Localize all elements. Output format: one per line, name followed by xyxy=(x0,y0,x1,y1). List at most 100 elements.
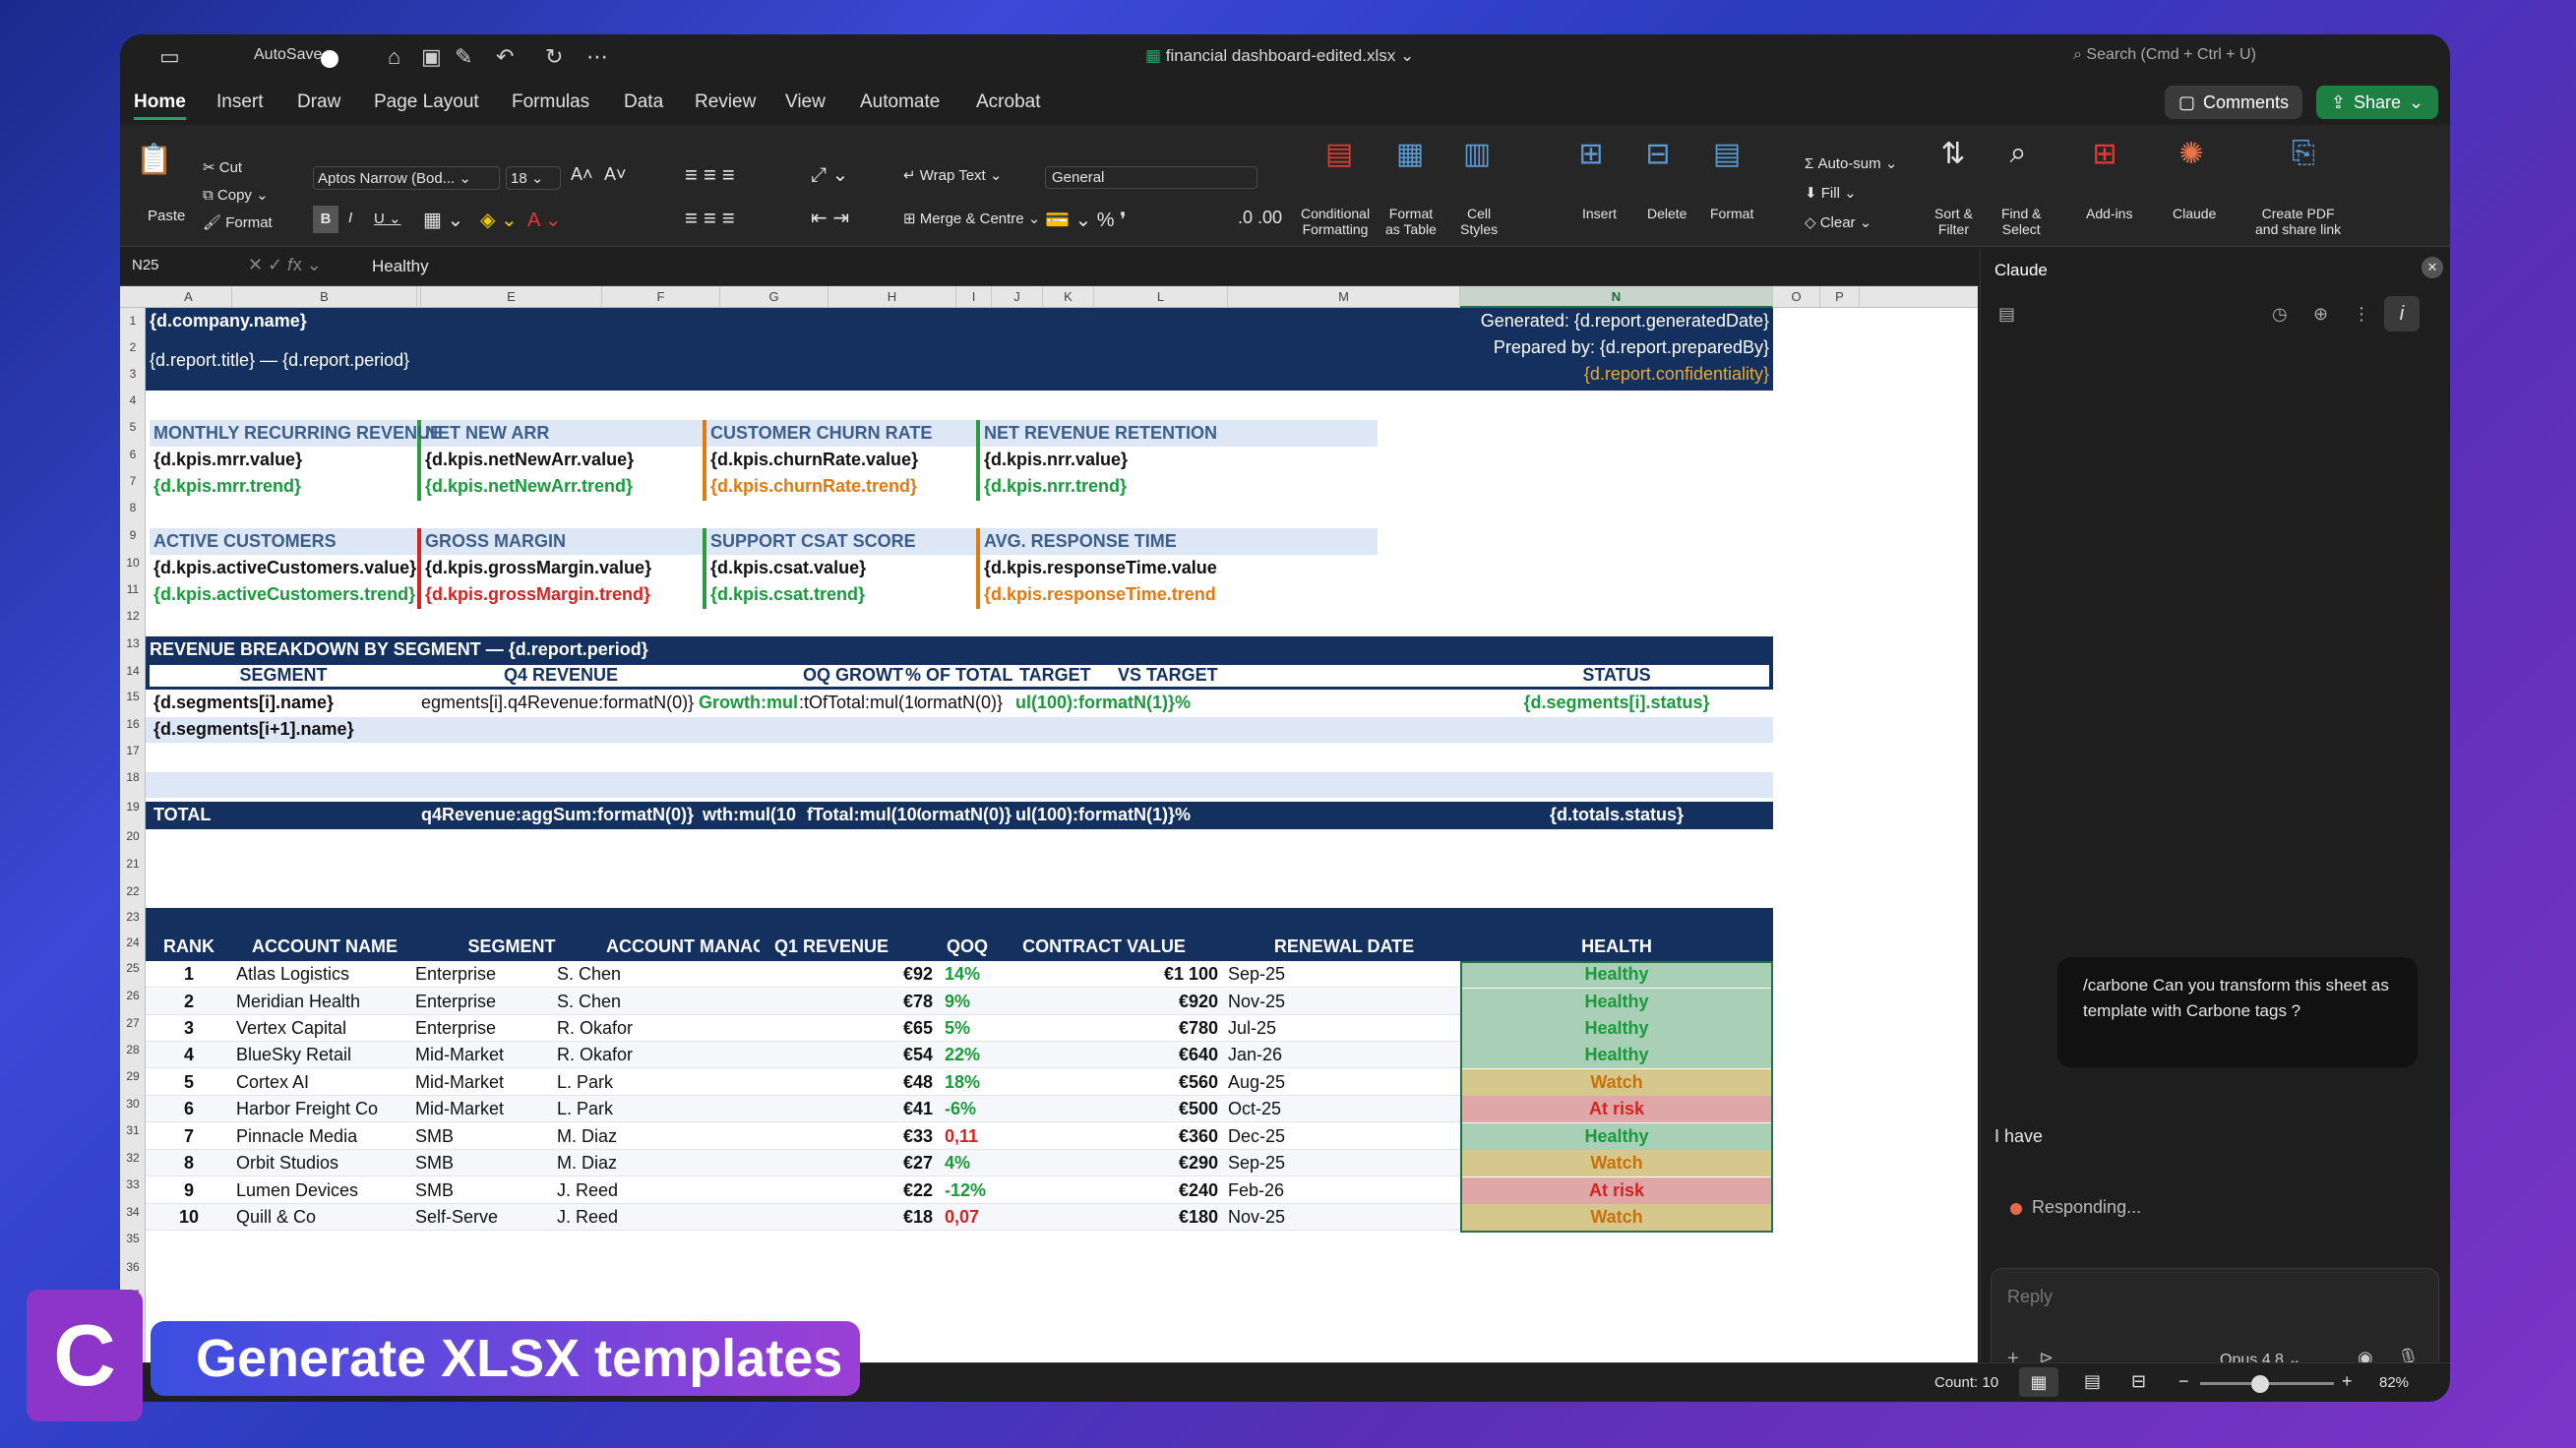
row-number[interactable]: 18 xyxy=(120,770,146,784)
rank-cell[interactable]: 6 xyxy=(146,1096,232,1122)
row-number[interactable]: 3 xyxy=(120,367,146,381)
q1-revenue-cell[interactable]: €54 xyxy=(701,1042,937,1068)
cell-styles-label[interactable]: Cell Styles xyxy=(1460,206,1498,237)
contract-value-cell[interactable]: €240 xyxy=(986,1177,1222,1204)
segment-cell[interactable]: SMB xyxy=(411,1177,549,1204)
kpi-label[interactable]: AVG. RESPONSE TIME xyxy=(980,528,1181,555)
total-qoq-tag[interactable]: wth:mul(10 xyxy=(699,802,807,828)
q1-revenue-cell[interactable]: €92 xyxy=(701,961,937,988)
accounts-col-header[interactable]: CONTRACT VALUE xyxy=(986,934,1222,960)
home-icon[interactable]: ⌂ xyxy=(388,44,400,70)
segment-cell[interactable]: Enterprise xyxy=(411,1015,549,1042)
column-header[interactable]: O xyxy=(1773,286,1820,308)
generated-date[interactable]: Generated: {d.report.generatedDate} xyxy=(1399,308,1773,334)
pct-col-header[interactable]: % OF TOTAL xyxy=(901,662,1016,689)
font-color-icon[interactable]: A ⌄ xyxy=(527,208,562,232)
rank-cell[interactable]: 7 xyxy=(146,1123,232,1150)
kpi-label[interactable]: ACTIVE CUSTOMERS xyxy=(150,528,340,555)
tab-automate[interactable]: Automate xyxy=(860,91,940,113)
kpi-trend[interactable]: {d.kpis.nrr.trend} xyxy=(980,473,1131,500)
row-number[interactable]: 2 xyxy=(120,340,146,354)
total-vs-tag[interactable]: ul(100):formatN(1)}% xyxy=(1012,802,1212,828)
vs-target-col-header[interactable]: VS TARGET xyxy=(1114,662,1222,689)
kpi-value[interactable]: {d.kpis.churnRate.value} xyxy=(706,447,922,473)
autosum-button[interactable]: Σ Auto-sum ⌄ xyxy=(1805,154,1897,172)
kpi-label[interactable]: CUSTOMER CHURN RATE xyxy=(706,420,936,447)
borders-icon[interactable]: ▦ ⌄ xyxy=(423,208,463,232)
row-number[interactable]: 27 xyxy=(120,1016,146,1030)
cell-styles-icon[interactable]: ▥ xyxy=(1454,133,1500,174)
row-number[interactable]: 24 xyxy=(120,935,146,949)
tab-data[interactable]: Data xyxy=(624,91,663,113)
kpi-label[interactable]: GROSS MARGIN xyxy=(421,528,570,555)
tab-formulas[interactable]: Formulas xyxy=(512,91,589,113)
row-number[interactable]: 20 xyxy=(120,829,146,843)
row-number[interactable]: 4 xyxy=(120,393,146,407)
tab-review[interactable]: Review xyxy=(695,91,756,113)
segment-qoq-tag[interactable]: Growth:mul xyxy=(695,690,801,716)
segment-status-tag[interactable]: {d.segments[i].status} xyxy=(1460,690,1773,716)
insert-cells-icon[interactable]: ⊞ xyxy=(1568,133,1614,174)
currency-icon[interactable]: 💳 ⌄ % ❜ xyxy=(1045,208,1127,232)
kpi-trend[interactable]: {d.kpis.responseTime.trend xyxy=(980,581,1230,608)
kpi-value[interactable]: {d.kpis.netNewArr.value} xyxy=(421,447,638,473)
account-name-cell[interactable]: BlueSky Retail xyxy=(232,1042,417,1068)
target-col-header[interactable]: TARGET xyxy=(1015,662,1095,689)
kpi-trend[interactable]: {d.kpis.netNewArr.trend} xyxy=(421,473,637,500)
manager-cell[interactable]: J. Reed xyxy=(553,1204,701,1231)
segment-next-tag[interactable]: {d.segments[i+1].name} xyxy=(150,716,358,743)
kpi-label[interactable]: MONTHLY RECURRING REVENUE xyxy=(150,420,446,447)
increase-font-icon[interactable]: A˄ xyxy=(571,164,593,185)
share-button[interactable]: ⇪ Share ⌄ xyxy=(2316,86,2438,119)
contract-value-cell[interactable]: €1 100 xyxy=(986,961,1222,988)
contract-value-cell[interactable]: €640 xyxy=(986,1042,1222,1068)
row-number[interactable]: 33 xyxy=(120,1177,146,1191)
kpi-value[interactable]: {d.kpis.csat.value} xyxy=(706,555,870,581)
q4-col-header[interactable]: Q4 REVENUE xyxy=(421,662,701,689)
new-chat-icon[interactable]: ⊕ xyxy=(2313,304,2328,325)
contract-value-cell[interactable]: €180 xyxy=(986,1204,1222,1231)
manager-cell[interactable]: R. Okafor xyxy=(553,1015,701,1042)
segment-cell[interactable]: Self-Serve xyxy=(411,1204,549,1231)
kpi-label[interactable]: NET REVENUE RETENTION xyxy=(980,420,1221,447)
zoom-level[interactable]: 82% xyxy=(2379,1374,2409,1391)
contract-value-cell[interactable]: €560 xyxy=(986,1069,1222,1096)
segment-vs-tag[interactable]: ul(100):formatN(1)}% xyxy=(1012,690,1212,716)
segment-cell[interactable]: SMB xyxy=(411,1123,549,1150)
format-as-table-label[interactable]: Format as Table xyxy=(1385,206,1437,237)
segment-band-title[interactable]: REVENUE BREAKDOWN BY SEGMENT — {d.report… xyxy=(146,636,652,663)
row-number[interactable]: 25 xyxy=(120,961,146,975)
row-number[interactable]: 14 xyxy=(120,664,146,678)
clear-button[interactable]: ◇ Clear ⌄ xyxy=(1805,213,1871,231)
row-number[interactable]: 30 xyxy=(120,1097,146,1111)
accounts-col-header[interactable]: Q1 REVENUE xyxy=(720,934,943,960)
renewal-date-cell[interactable]: Oct-25 xyxy=(1224,1096,1460,1122)
row-number[interactable]: 9 xyxy=(120,528,146,542)
normal-view-icon[interactable]: ▦ xyxy=(2019,1367,2058,1397)
kpi-value[interactable]: {d.kpis.nrr.value} xyxy=(980,447,1132,473)
q1-revenue-cell[interactable]: €33 xyxy=(701,1123,937,1150)
contract-value-cell[interactable]: €290 xyxy=(986,1150,1222,1176)
status-col-header[interactable]: STATUS xyxy=(1460,662,1773,689)
format-cells-icon[interactable]: ▤ xyxy=(1704,133,1749,174)
underline-button[interactable]: U ⌄ xyxy=(374,210,401,227)
history-icon[interactable]: ◷ xyxy=(2272,304,2288,325)
bold-button[interactable]: B xyxy=(313,206,338,233)
kpi-trend[interactable]: {d.kpis.activeCustomers.trend} xyxy=(150,581,419,608)
document-icon[interactable]: ▤ xyxy=(1998,304,2015,325)
company-name[interactable]: {d.company.name} xyxy=(146,308,311,334)
segment-cell[interactable]: Mid-Market xyxy=(411,1069,549,1096)
orientation-icon[interactable]: ⤢ ⌄ xyxy=(811,162,848,187)
rank-cell[interactable]: 9 xyxy=(146,1177,232,1204)
close-icon[interactable]: ✕ xyxy=(2422,257,2443,278)
segment-cell[interactable]: SMB xyxy=(411,1150,549,1176)
segment-q4-tag[interactable]: egments[i].q4Revenue:formatN(0)} xyxy=(417,690,699,716)
more-options-icon[interactable]: ⋮ xyxy=(2353,304,2370,325)
row-number[interactable]: 31 xyxy=(120,1123,146,1137)
sort-filter-label[interactable]: Sort & Filter xyxy=(1934,206,1973,237)
save-icon[interactable]: ▣ xyxy=(421,44,442,70)
column-header-selected[interactable]: N xyxy=(1460,286,1773,308)
row-number[interactable]: 15 xyxy=(120,690,146,703)
row-number[interactable]: 8 xyxy=(120,501,146,514)
accounts-col-header[interactable]: SEGMENT xyxy=(421,934,602,960)
